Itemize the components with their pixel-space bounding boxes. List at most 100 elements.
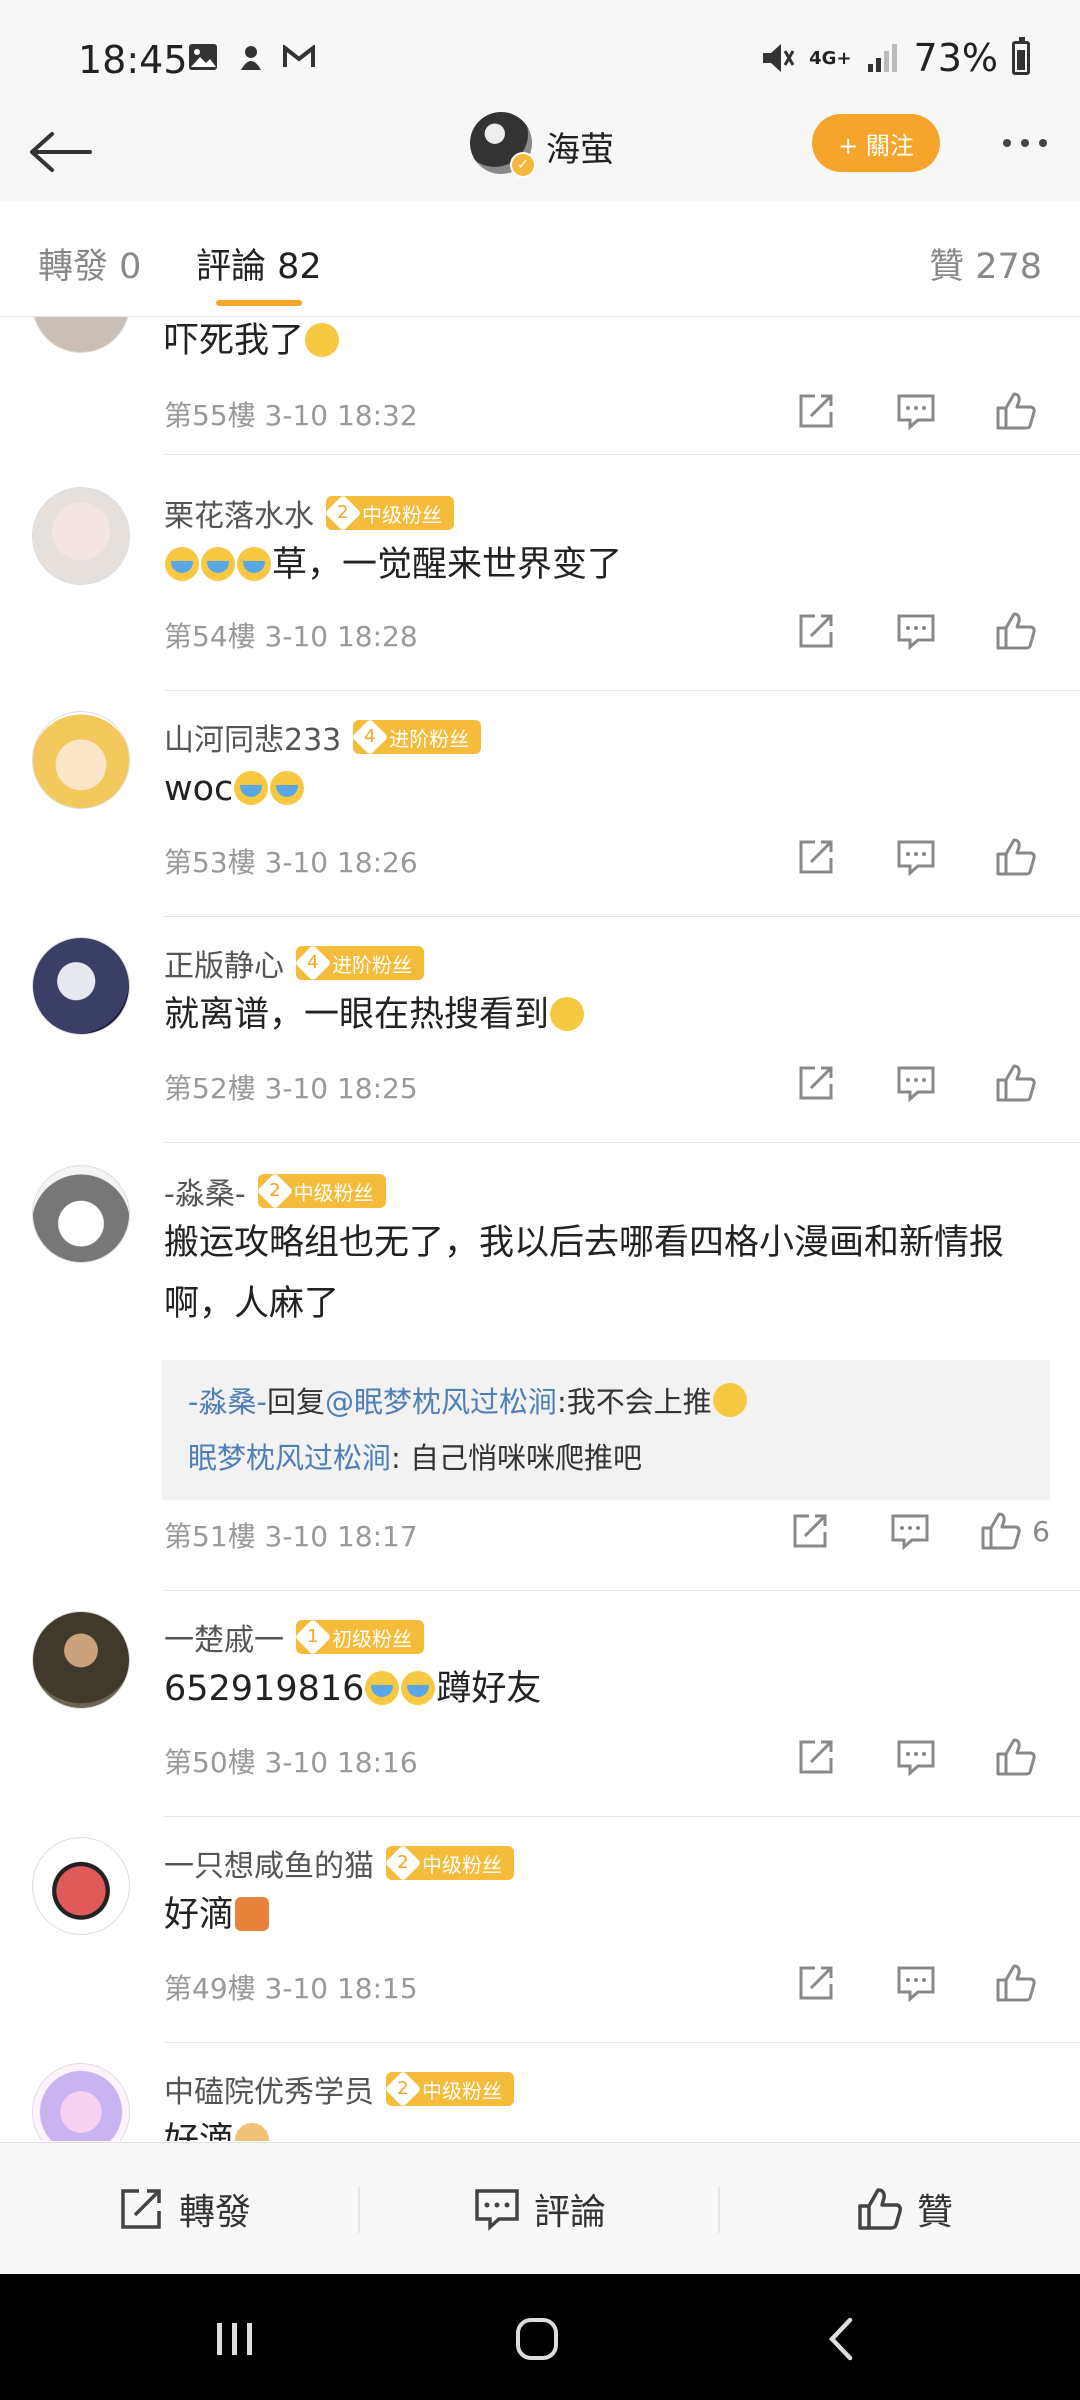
- comment-header: -淼桑- 2 中级粉丝: [164, 1169, 386, 1213]
- status-right: 4G+ 73%: [759, 36, 1030, 80]
- tiger-emoji-icon: [235, 1897, 270, 1931]
- avatar[interactable]: [32, 1165, 130, 1263]
- bottom-action-bar: 轉發 評論 贊: [0, 2142, 1080, 2275]
- fan-badge[interactable]: 4 进阶粉丝: [351, 718, 482, 756]
- comment-text: 652919816 蹲好友: [164, 1669, 542, 1709]
- back-button[interactable]: [24, 116, 96, 188]
- reply-username[interactable]: -淼桑-: [188, 1385, 267, 1419]
- comment-list[interactable]: 吓死我了 第55樓 3-10 18:32 栗花落水水 2 中级粉丝 草，一觉醒来世…: [0, 317, 1080, 2141]
- laugh-cry-emoji-icon: [712, 1383, 747, 1417]
- fan-badge[interactable]: 1 初级粉丝: [294, 1618, 424, 1656]
- like-button[interactable]: [966, 1727, 1066, 1787]
- like-button[interactable]: 贊: [740, 2143, 1070, 2275]
- share-button[interactable]: [766, 827, 866, 887]
- crying-emoji-icon: [234, 771, 269, 805]
- tab-bar: 轉發 0 評論 82 贊 278: [0, 202, 1080, 317]
- reply-username[interactable]: 眠梦枕风过松涧: [188, 1441, 391, 1475]
- fan-badge[interactable]: 4 进阶粉丝: [294, 944, 424, 982]
- separator: [358, 2187, 360, 2233]
- thumbs-up-icon: [996, 1064, 1036, 1102]
- reply-button[interactable]: [866, 601, 966, 661]
- reply-button[interactable]: [860, 1501, 960, 1561]
- like-button[interactable]: [966, 1953, 1066, 2013]
- app-icon: [234, 40, 268, 74]
- comment-meta: 第51樓 3-10 18:17: [164, 1520, 418, 1553]
- fan-badge[interactable]: 2 中级粉丝: [324, 494, 454, 532]
- comment-meta: 第53樓 3-10 18:26: [164, 846, 418, 879]
- share-button[interactable]: [766, 1727, 866, 1787]
- author-avatar[interactable]: ✓: [470, 112, 536, 178]
- share-button[interactable]: [766, 601, 866, 661]
- author-name[interactable]: 海萤: [546, 122, 614, 171]
- system-back-button[interactable]: [806, 2304, 876, 2374]
- tab-underline: [216, 300, 302, 306]
- more-icon[interactable]: [990, 120, 1060, 166]
- username[interactable]: 一只想咸鱼的猫: [164, 1841, 374, 1885]
- mute-icon: [763, 44, 795, 72]
- worried-emoji-icon: [305, 323, 340, 357]
- arrow-left-icon: [30, 132, 92, 172]
- crying-emoji-icon: [270, 771, 305, 805]
- battery-icon: [1012, 37, 1030, 75]
- comment-actions: [766, 1053, 1066, 1113]
- top-nav-bar: ✓ 海萤 + 關注: [0, 108, 1080, 203]
- username[interactable]: 中磕院优秀学员: [164, 2067, 374, 2111]
- share-button[interactable]: [766, 1953, 866, 2013]
- crying-emoji-icon: [201, 547, 235, 581]
- thumbs-up-icon: [996, 1964, 1036, 2002]
- like-button[interactable]: [966, 601, 1066, 661]
- like-button[interactable]: [966, 381, 1066, 441]
- username[interactable]: -淼桑-: [164, 1169, 246, 1213]
- cat-emoji-icon: [235, 2123, 270, 2141]
- recents-icon: [217, 2323, 252, 2355]
- tab-likes[interactable]: 贊 278: [929, 238, 1042, 289]
- reply-button[interactable]: [866, 1727, 966, 1787]
- thumbs-up-icon: [981, 1512, 1021, 1550]
- fan-badge[interactable]: 2 中级粉丝: [384, 1844, 514, 1882]
- avatar[interactable]: [32, 317, 130, 353]
- separator: [718, 2187, 720, 2233]
- comment-meta: 第55樓 3-10 18:32: [164, 399, 418, 432]
- like-button[interactable]: [966, 827, 1066, 887]
- comment-icon: [897, 1066, 935, 1102]
- avatar[interactable]: [32, 937, 130, 1035]
- username[interactable]: 山河同悲233: [164, 715, 341, 759]
- shocked-emoji-icon: [550, 997, 585, 1031]
- fan-badge[interactable]: 2 中级粉丝: [256, 1172, 386, 1210]
- tab-repost[interactable]: 轉發 0: [38, 238, 141, 289]
- share-icon: [799, 1966, 833, 2000]
- reply-thread[interactable]: -淼桑-回复@眠梦枕风过松涧:我不会上推 眠梦枕风过松涧: 自己悄咪咪爬推吧: [162, 1360, 1050, 1500]
- username[interactable]: 栗花落水水: [164, 491, 314, 535]
- share-button[interactable]: [766, 1053, 866, 1113]
- comment-actions: 6: [760, 1501, 1070, 1561]
- comment-header: 中磕院优秀学员 2 中级粉丝: [164, 2067, 514, 2111]
- reply-button[interactable]: [866, 1053, 966, 1113]
- follow-button[interactable]: + 關注: [812, 114, 940, 172]
- share-button[interactable]: [766, 381, 866, 441]
- comment-item: 吓死我了 第55樓 3-10 18:32: [0, 317, 1080, 455]
- share-icon: [799, 614, 833, 648]
- avatar[interactable]: [32, 711, 130, 809]
- share-icon: [799, 1740, 833, 1774]
- reply-button[interactable]: [866, 827, 966, 887]
- username[interactable]: 一楚戚一: [164, 1615, 284, 1659]
- comment-button[interactable]: 評論: [375, 2143, 705, 2275]
- mention-link[interactable]: @眠梦枕风过松涧: [325, 1385, 557, 1419]
- reply-button[interactable]: [866, 381, 966, 441]
- like-button[interactable]: [966, 1053, 1066, 1113]
- tab-comments[interactable]: 評論 82: [196, 238, 322, 289]
- comment-text: 吓死我了: [164, 317, 1044, 372]
- username[interactable]: 正版静心: [164, 941, 284, 985]
- recents-button[interactable]: [200, 2304, 270, 2374]
- avatar[interactable]: [32, 1837, 130, 1935]
- repost-button[interactable]: 轉發: [20, 2143, 350, 2275]
- avatar[interactable]: [32, 1611, 130, 1709]
- like-button[interactable]: 6: [960, 1501, 1070, 1561]
- comment-header: 栗花落水水 2 中级粉丝: [164, 491, 454, 535]
- reply-button[interactable]: [866, 1953, 966, 2013]
- avatar[interactable]: [32, 2063, 130, 2141]
- avatar[interactable]: [32, 487, 130, 585]
- share-button[interactable]: [760, 1501, 860, 1561]
- home-button[interactable]: [502, 2304, 572, 2374]
- fan-badge[interactable]: 2 中级粉丝: [384, 2070, 514, 2108]
